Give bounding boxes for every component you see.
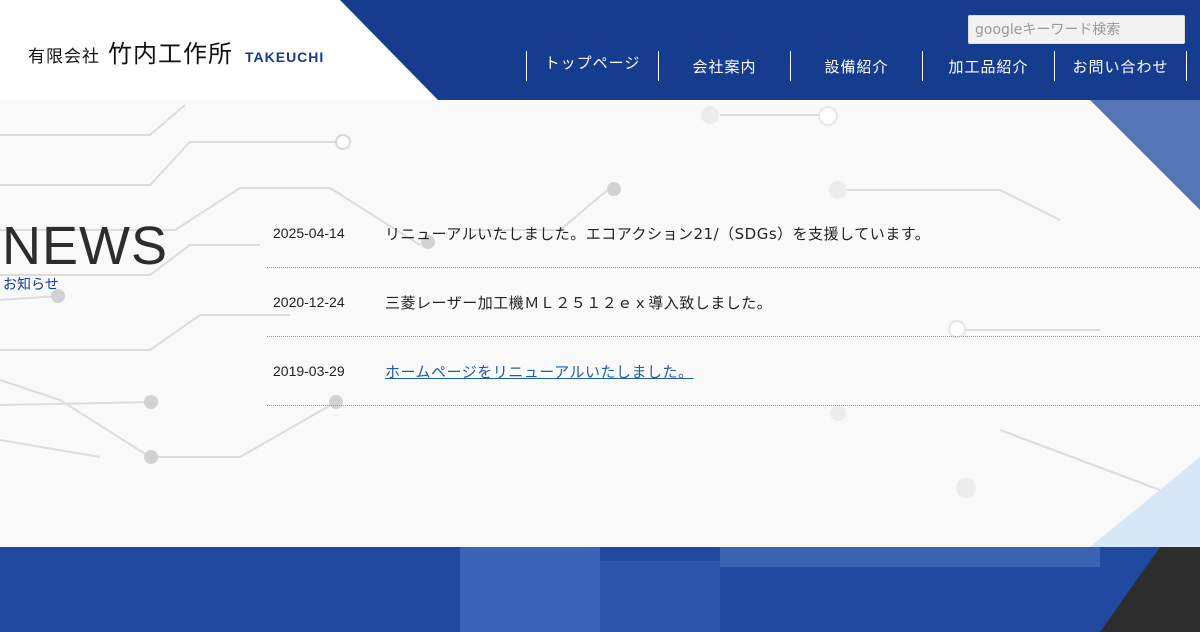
main-nav: トップページ 会社案内 設備紹介 加工品紹介 お問い合わせ bbox=[526, 51, 1187, 81]
nav-item-products[interactable]: 加工品紹介 bbox=[923, 51, 1055, 81]
logo-prefix: 有限会社 bbox=[28, 47, 100, 67]
site-header: 有限会社 竹内工作所 TAKEUCHI トップページ 会社案内 設備紹介 加工品… bbox=[0, 0, 1200, 100]
photo-fragment bbox=[460, 547, 600, 632]
news-list: 2025-04-14 リニューアルいたしました。エコアクション21/（SDGs）… bbox=[267, 199, 1200, 406]
hero-image-band bbox=[0, 547, 1200, 632]
news-subheading: お知らせ bbox=[3, 277, 59, 293]
logo-name: 竹内工作所 bbox=[108, 40, 233, 68]
news-section: NEWS お知らせ 2025-04-14 リニューアルいたしました。エコアクショ… bbox=[0, 100, 1200, 547]
logo-latin: TAKEUCHI bbox=[245, 49, 325, 65]
news-date: 2025-04-14 bbox=[273, 225, 345, 241]
news-date: 2019-03-29 bbox=[273, 363, 345, 379]
search-input[interactable] bbox=[968, 15, 1185, 44]
news-link[interactable]: ホームページをリニューアルいたしました。 bbox=[385, 361, 694, 382]
news-heading: NEWS bbox=[2, 216, 168, 276]
news-date: 2020-12-24 bbox=[273, 294, 345, 310]
photo-fragment bbox=[600, 561, 720, 632]
news-item: 2025-04-14 リニューアルいたしました。エコアクション21/（SDGs）… bbox=[267, 199, 1200, 268]
nav-item-top[interactable]: トップページ bbox=[527, 51, 659, 81]
news-item: 2020-12-24 三菱レーザー加工機ＭＬ２５１２ｅｘ導入致しました。 bbox=[267, 268, 1200, 337]
news-text: 三菱レーザー加工機ＭＬ２５１２ｅｘ導入致しました。 bbox=[385, 293, 773, 312]
news-item: 2019-03-29 ホームページをリニューアルいたしました。 bbox=[267, 337, 1200, 406]
company-logo[interactable]: 有限会社 竹内工作所 TAKEUCHI bbox=[28, 34, 324, 69]
photo-fragment bbox=[720, 547, 1100, 567]
nav-item-company[interactable]: 会社案内 bbox=[659, 51, 791, 81]
nav-item-equipment[interactable]: 設備紹介 bbox=[791, 51, 923, 81]
news-text: リニューアルいたしました。エコアクション21/（SDGs）を支援しています。 bbox=[385, 224, 931, 243]
photo-fragment bbox=[1100, 547, 1200, 632]
nav-item-contact[interactable]: お問い合わせ bbox=[1055, 51, 1187, 81]
